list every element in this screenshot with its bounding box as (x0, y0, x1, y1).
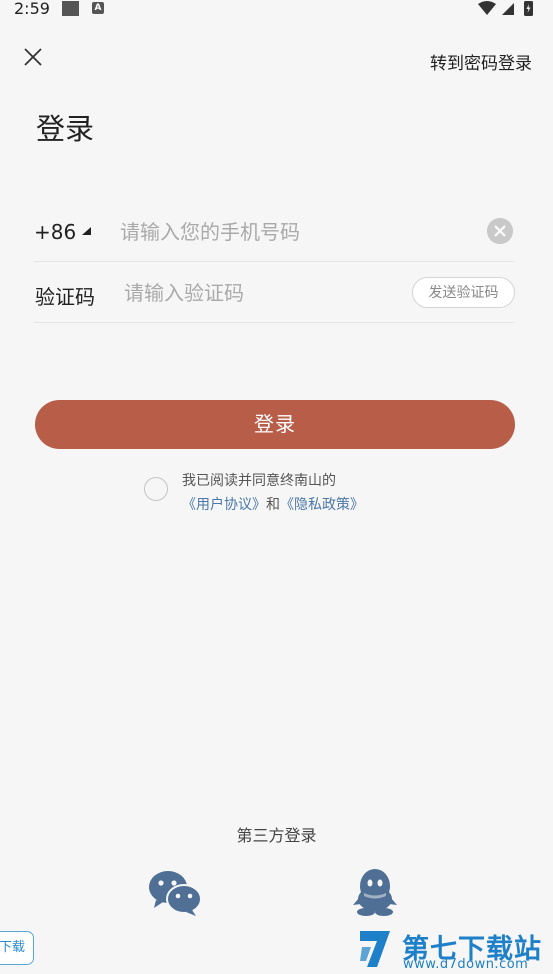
notification-a-icon: A (92, 2, 104, 14)
phone-input[interactable] (120, 215, 480, 249)
page-title: 登录 (36, 112, 95, 146)
qq-icon[interactable] (352, 868, 398, 916)
password-login-link[interactable]: 转到密码登录 (430, 49, 532, 74)
clear-icon[interactable] (487, 218, 513, 244)
caret-down-icon (82, 226, 92, 235)
signal-icon (502, 3, 514, 15)
privacy-policy-link[interactable]: 《隐私政策》 (280, 497, 364, 513)
status-bar: 2:59 A (0, 0, 553, 22)
status-time: 2:59 (14, 0, 50, 18)
agreement-and: 和 (266, 497, 280, 513)
wechat-icon[interactable] (148, 870, 202, 916)
agreement-checkbox[interactable] (144, 477, 168, 501)
phone-row: +86 (34, 201, 515, 262)
watermark-logo-icon (360, 931, 390, 967)
country-code-value: +86 (34, 220, 77, 244)
wifi-icon (478, 1, 496, 15)
send-code-button[interactable]: 发送验证码 (412, 277, 515, 308)
agreement-text: 我已阅读并同意终南山的 《用户协议》和《隐私政策》 (182, 469, 364, 517)
agreement-statement: 我已阅读并同意终南山的 (182, 473, 336, 489)
code-row: 验证码 发送验证码 (34, 262, 515, 323)
status-icons (478, 1, 533, 16)
code-label: 验证码 (35, 285, 95, 309)
code-input[interactable] (124, 276, 394, 310)
watermark-url: www.d7down.com (403, 957, 529, 972)
close-icon[interactable] (22, 46, 44, 68)
watermark-left-badge: 下载 (0, 931, 34, 965)
notification-square-icon (62, 1, 79, 16)
country-code-selector[interactable]: +86 (34, 220, 92, 244)
user-agreement-link[interactable]: 《用户协议》 (182, 497, 266, 513)
login-button[interactable]: 登录 (35, 400, 515, 449)
third-party-title: 第三方登录 (236, 826, 317, 845)
